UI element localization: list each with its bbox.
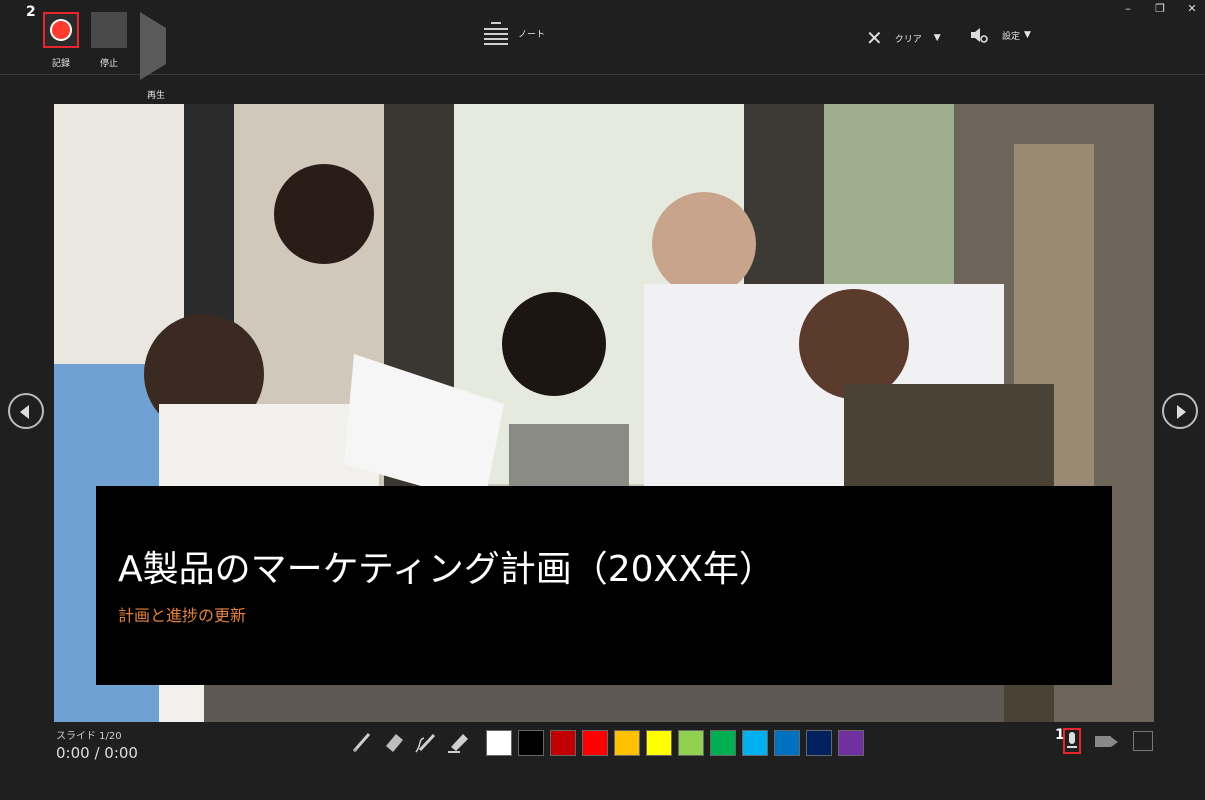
stop-icon	[91, 12, 127, 48]
stop-label: 停止	[99, 59, 118, 69]
notes-button[interactable]: ノート	[484, 22, 546, 45]
slide-subtitle: 計画と進捗の更新	[118, 606, 247, 625]
record-button[interactable]: 記録	[41, 12, 81, 69]
chevron-down-icon: ▼	[1024, 30, 1031, 40]
clear-x-icon: ✕	[866, 26, 883, 50]
highlighter-pen-icon[interactable]	[414, 730, 438, 754]
slide-title: A製品のマーケティング計画（20XX年）	[118, 549, 775, 590]
speaker-settings-icon	[971, 28, 988, 43]
clear-button[interactable]: ✕ クリア ▼	[866, 26, 941, 50]
color-swatch-0[interactable]	[486, 730, 512, 756]
color-swatch-1[interactable]	[518, 730, 544, 756]
pen-icon[interactable]	[350, 730, 374, 754]
recording-toolbar: – ❐ ✕ 2 記録 停止 再生 ノート ✕ クリア ▼ 設定 ▼	[0, 0, 1205, 101]
status-area: スライド 1/20 0:00 / 0:00	[56, 727, 138, 762]
notes-icon	[484, 22, 508, 45]
color-swatch-9[interactable]	[774, 730, 800, 756]
pen-tools	[350, 730, 470, 754]
camera-preview-icon[interactable]	[1133, 731, 1153, 751]
play-label: 再生	[146, 91, 165, 101]
notes-label: ノート	[518, 29, 546, 40]
color-swatch-8[interactable]	[742, 730, 768, 756]
color-swatch-3[interactable]	[582, 730, 608, 756]
eraser-icon[interactable]	[382, 730, 406, 754]
media-controls	[1063, 728, 1153, 754]
restore-icon[interactable]: ❐	[1150, 2, 1170, 15]
minimize-icon[interactable]: –	[1118, 2, 1138, 15]
camera-off-icon[interactable]	[1095, 731, 1119, 751]
color-swatch-6[interactable]	[678, 730, 704, 756]
color-swatch-5[interactable]	[646, 730, 672, 756]
record-icon	[43, 12, 79, 48]
color-swatch-2[interactable]	[550, 730, 576, 756]
color-swatch-11[interactable]	[838, 730, 864, 756]
color-swatches	[486, 730, 864, 756]
previous-slide-button[interactable]	[8, 393, 44, 429]
color-swatch-10[interactable]	[806, 730, 832, 756]
color-swatch-7[interactable]	[710, 730, 736, 756]
title-box: A製品のマーケティング計画（20XX年） 計画と進捗の更新	[96, 486, 1112, 685]
microphone-icon[interactable]	[1063, 728, 1081, 754]
settings-button[interactable]: 設定 ▼	[970, 26, 1031, 44]
play-button[interactable]: 再生	[136, 12, 176, 101]
chevron-down-icon: ▼	[933, 33, 941, 43]
color-swatch-4[interactable]	[614, 730, 640, 756]
next-slide-button[interactable]	[1162, 393, 1198, 429]
recording-time: 0:00 / 0:00	[56, 744, 138, 762]
stop-button[interactable]: 停止	[89, 12, 129, 69]
marker-icon[interactable]	[446, 730, 470, 754]
play-icon	[140, 12, 202, 80]
record-label: 記録	[51, 59, 70, 69]
slide-number: スライド 1/20	[56, 731, 122, 742]
settings-label: 設定	[1002, 31, 1021, 42]
close-icon[interactable]: ✕	[1182, 2, 1202, 15]
slide-preview: A製品のマーケティング計画（20XX年） 計画と進捗の更新	[54, 104, 1154, 722]
callout-2: 2	[26, 4, 36, 20]
clear-label: クリア	[894, 34, 922, 45]
